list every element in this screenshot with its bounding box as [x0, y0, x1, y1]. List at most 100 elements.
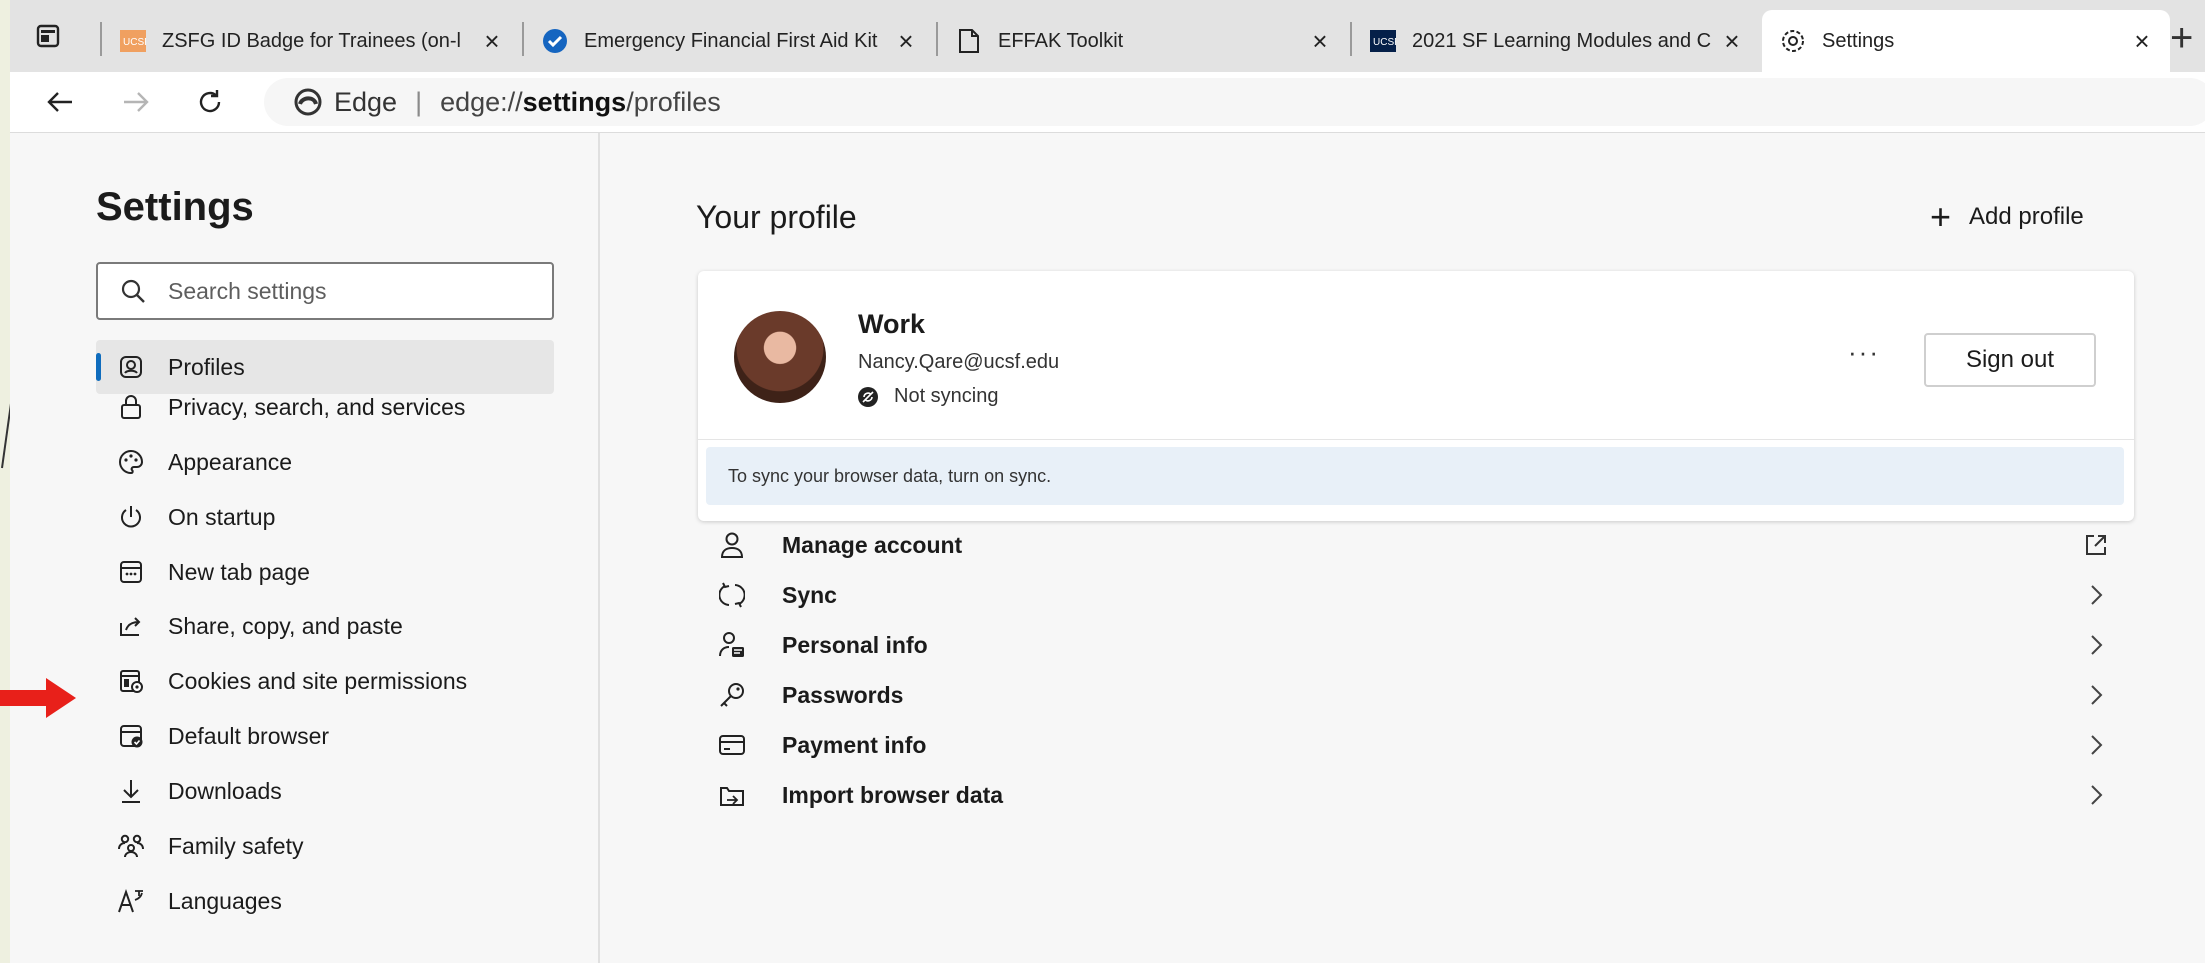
refresh-icon	[199, 90, 221, 113]
more-options-button[interactable]: ···	[1848, 337, 1880, 368]
arrow-left-icon	[47, 92, 72, 112]
family-icon	[116, 831, 146, 861]
row-label: Personal info	[782, 631, 928, 658]
address-divider: |	[415, 86, 423, 117]
tab-actions-icon	[36, 24, 60, 48]
sidebar-item-default-browser[interactable]: Default browser	[96, 709, 554, 763]
cookie-permissions-icon	[116, 666, 146, 696]
sidebar-item-label: Cookies and site permissions	[168, 667, 468, 694]
card-divider	[698, 439, 2134, 440]
svg-text:UCSF: UCSF	[123, 37, 146, 48]
address-brand: Edge	[334, 86, 398, 117]
arrow-right-icon	[124, 92, 149, 112]
address-bar[interactable]: Edge | edge:// settings /profiles	[264, 78, 2205, 126]
new-tab-button[interactable]: +	[2170, 16, 2193, 61]
sidebar-item-languages[interactable]: Languages	[96, 874, 554, 928]
external-link-icon	[2080, 529, 2112, 561]
forward-button[interactable]	[116, 82, 156, 122]
tab-effak-toolkit[interactable]: EFFAK Toolkit ×	[938, 10, 1348, 72]
tab-sf-learning-modules[interactable]: UCSF 2021 SF Learning Modules and C ×	[1352, 10, 1760, 72]
close-tab-icon[interactable]: ×	[1718, 27, 1746, 55]
sync-status: Not syncing	[858, 385, 999, 408]
close-tab-icon[interactable]: ×	[2128, 27, 2156, 55]
tab-title: EFFAK Toolkit	[998, 29, 1124, 52]
card-icon	[716, 729, 748, 761]
power-icon	[116, 502, 146, 532]
search-box[interactable]	[96, 262, 554, 320]
url-path: /profiles	[626, 86, 721, 117]
sidebar-item-privacy[interactable]: Privacy, search, and services	[96, 380, 554, 434]
sidebar-item-label: Appearance	[168, 448, 293, 475]
sidebar-item-label: Share, copy, and paste	[168, 612, 403, 639]
chevron-right-icon	[2080, 679, 2112, 711]
sidebar-item-share[interactable]: Share, copy, and paste	[96, 599, 554, 653]
sync-status-text: Not syncing	[894, 385, 999, 407]
profile-icon	[116, 352, 146, 382]
share-icon	[116, 611, 146, 641]
svg-text:UCSF: UCSF	[1373, 37, 1396, 48]
personal-info-icon	[716, 629, 748, 661]
sidebar-item-downloads[interactable]: Downloads	[96, 764, 554, 818]
browser-window: UCSF ZSFG ID Badge for Trainees (on-l × …	[10, 0, 2205, 963]
sidebar-item-family-safety[interactable]: Family safety	[96, 819, 554, 873]
palette-icon	[116, 447, 146, 477]
close-tab-icon[interactable]: ×	[1306, 27, 1334, 55]
tab-zsfg-badge[interactable]: UCSF ZSFG ID Badge for Trainees (on-l ×	[102, 10, 520, 72]
sidebar-item-label: Languages	[168, 887, 282, 914]
tab-settings[interactable]: Settings ×	[1762, 10, 2170, 72]
sidebar-item-appearance[interactable]: Appearance	[96, 435, 554, 489]
sidebar-item-label: Default browser	[168, 722, 330, 749]
row-label: Sync	[782, 581, 837, 608]
back-button[interactable]	[40, 82, 80, 122]
ucsf-logo-icon: UCSF	[120, 28, 146, 54]
add-profile-button[interactable]: + Add profile	[1930, 197, 2084, 237]
url-host: settings	[522, 86, 627, 117]
check-circle-icon	[542, 28, 568, 54]
profile-name: Work	[858, 309, 926, 339]
gear-icon	[1780, 28, 1806, 54]
tab-title: Emergency Financial First Aid Kit	[584, 29, 878, 52]
sidebar-item-label: Downloads	[168, 777, 282, 804]
sync-banner-text: To sync your browser data, turn on sync.	[728, 465, 1052, 486]
search-input[interactable]	[166, 276, 530, 306]
document-icon	[956, 28, 982, 54]
chevron-right-icon	[2080, 629, 2112, 661]
sidebar-item-new-tab-page[interactable]: New tab page	[96, 545, 554, 599]
languages-icon	[116, 886, 146, 916]
ucsf-logo-icon: UCSF	[1370, 28, 1396, 54]
row-label: Import browser data	[782, 781, 1004, 808]
sign-out-button[interactable]: Sign out	[1924, 333, 2096, 387]
refresh-button[interactable]	[190, 82, 230, 122]
chevron-right-icon	[2080, 579, 2112, 611]
search-icon	[121, 279, 145, 303]
settings-title: Settings	[96, 185, 254, 229]
download-icon	[116, 776, 146, 806]
url-scheme: edge://	[440, 86, 523, 117]
sidebar-item-on-startup[interactable]: On startup	[96, 490, 554, 544]
sync-icon	[716, 579, 748, 611]
sidebar-item-label: Privacy, search, and services	[168, 393, 466, 420]
main-content: Your profile + Add profile Work Nancy.Qa…	[600, 133, 2205, 963]
profile-card: Work Nancy.Qare@ucsf.edu Not syncing ···…	[698, 271, 2134, 521]
row-import-browser-data[interactable]: Import browser data	[698, 761, 2134, 829]
tab-actions-button[interactable]	[32, 20, 64, 52]
page-title: Your profile	[696, 199, 857, 235]
row-label: Payment info	[782, 731, 927, 758]
tab-title: Settings	[1822, 29, 1895, 52]
new-tab-icon	[116, 557, 146, 587]
red-arrow-icon	[0, 678, 76, 718]
close-tab-icon[interactable]: ×	[892, 27, 920, 55]
sidebar-item-label: New tab page	[168, 558, 310, 585]
sidebar-item-label: On startup	[168, 503, 276, 530]
tab-financial-first-aid[interactable]: Emergency Financial First Aid Kit ×	[524, 10, 934, 72]
sidebar-item-cookies[interactable]: Cookies and site permissions	[96, 654, 554, 708]
close-tab-icon[interactable]: ×	[478, 27, 506, 55]
sidebar-item-label: Family safety	[168, 832, 304, 859]
default-browser-icon	[116, 721, 146, 751]
row-label: Passwords	[782, 681, 904, 708]
settings-sidebar: Settings Profiles Privacy, search, and s…	[10, 133, 600, 963]
chevron-right-icon	[2080, 729, 2112, 761]
plus-icon: +	[1930, 196, 1952, 237]
sync-banner: To sync your browser data, turn on sync.	[706, 447, 2124, 505]
edge-logo-icon	[294, 88, 322, 116]
